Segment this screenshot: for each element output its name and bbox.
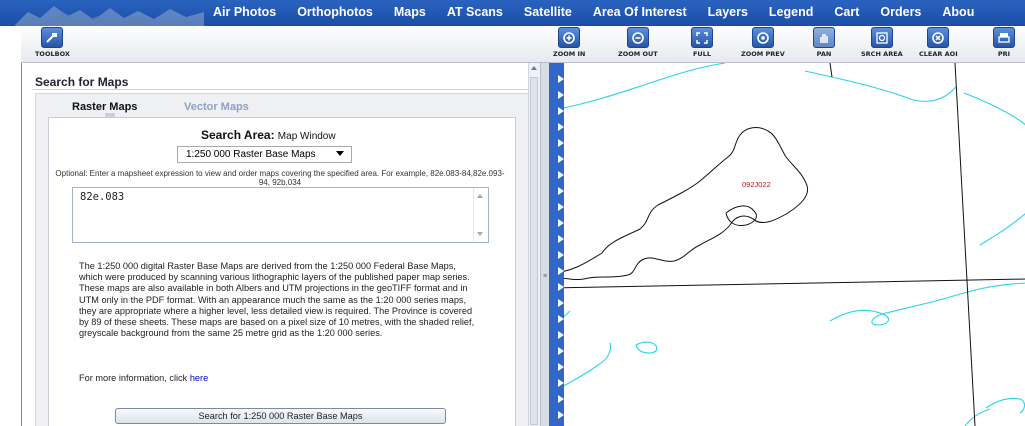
zoom-out-label: ZOOM OUT (618, 50, 658, 58)
scroll-down-icon[interactable] (477, 232, 483, 236)
search-area-button[interactable]: SRCH AREA (861, 27, 903, 58)
mapsheet-expression-value: 82e.083 (80, 191, 125, 203)
zoom-out-button[interactable]: ZOOM OUT (618, 27, 658, 58)
river-line (829, 282, 1025, 326)
scrollbar-thumb[interactable] (530, 77, 538, 425)
nav-maps[interactable]: Maps (394, 0, 426, 26)
search-area-label: Search Area: (201, 128, 275, 142)
zoom-previous-button[interactable]: ZOOM PREV (741, 27, 785, 58)
nav-layers[interactable]: Layers (708, 0, 748, 26)
search-panel: Search for Maps Raster Maps Vector Maps … (21, 63, 541, 426)
raster-maps-description: The 1:250 000 digital Raster Base Maps a… (79, 261, 475, 339)
river-line (963, 92, 1025, 125)
full-extent-icon (691, 27, 713, 48)
print-button[interactable]: PRI (993, 27, 1015, 58)
zoom-previous-icon (751, 27, 774, 48)
chevron-down-icon (336, 151, 344, 156)
panel-splitter[interactable]: ≡ (540, 63, 549, 426)
clear-aoi-icon (927, 27, 950, 48)
map-collapse-edge[interactable] (549, 63, 564, 426)
grid-line (550, 278, 1025, 289)
more-info-link[interactable]: here (190, 373, 208, 383)
nav-about[interactable]: Abou (942, 0, 974, 26)
pan-label: PAN (816, 50, 832, 58)
zoom-in-button[interactable]: ZOOM IN (553, 27, 585, 58)
search-area-label: SRCH AREA (861, 50, 903, 58)
title-divider (32, 89, 540, 90)
toolbox-label: TOOLBOX (35, 50, 70, 58)
nav-area-of-interest[interactable]: Area Of Interest (593, 0, 687, 26)
print-icon (993, 27, 1015, 48)
top-navigation-bar: Air Photos Orthophotos Maps AT Scans Sat… (0, 0, 1025, 26)
clear-aoi-button[interactable]: CLEAR AOI (919, 27, 958, 58)
map-series-select-value: 1:250 000 Raster Base Maps (186, 149, 316, 160)
toolbox-icon (41, 27, 64, 48)
clear-aoi-label: CLEAR AOI (919, 50, 958, 58)
scroll-up-icon[interactable] (477, 194, 483, 198)
splitter-grip-icon[interactable]: ≡ (541, 273, 549, 281)
boundary-outline (725, 205, 757, 226)
map-canvas: 092J022 (550, 63, 1025, 426)
full-extent-label: FULL (692, 50, 711, 58)
tab-vector-maps[interactable]: Vector Maps (184, 101, 249, 113)
search-area-icon (870, 27, 893, 48)
zoom-in-label: ZOOM IN (553, 50, 586, 58)
water-body (635, 341, 658, 354)
river-line (550, 63, 726, 112)
boundary-outline (550, 127, 808, 281)
zoom-previous-label: ZOOM PREV (741, 50, 785, 58)
toolbox-button[interactable]: TOOLBOX (35, 27, 70, 58)
print-label: PRI (997, 50, 1011, 58)
mountain-banner-logo (14, 6, 204, 26)
nav-satellite[interactable]: Satellite (524, 0, 572, 26)
nav-legend[interactable]: Legend (769, 0, 813, 26)
map-window[interactable]: 092J022 (549, 63, 1025, 426)
nav-cart[interactable]: Cart (834, 0, 859, 26)
nav-orders[interactable]: Orders (880, 0, 921, 26)
textarea-scrollbar[interactable] (473, 188, 488, 242)
pan-hand-icon (813, 27, 835, 48)
mapsheet-expression-help: Optional: Enter a mapsheet expression to… (55, 169, 505, 187)
nav-air-photos[interactable]: Air Photos (213, 0, 276, 26)
grid-line (829, 63, 833, 78)
zoom-out-icon (626, 27, 649, 48)
search-area-row: Search Area: Map Window (201, 128, 336, 142)
map-toolbar: TOOLBOX ZOOM IN ZOOM OUT FULL ZOOM PREV … (21, 26, 1025, 63)
more-info-text: For more information, click (79, 373, 188, 383)
river-line (964, 408, 991, 426)
zoom-in-icon (558, 27, 581, 48)
map-sheet-label: 092J022 (742, 180, 771, 189)
scroll-up-icon[interactable] (531, 66, 537, 70)
river-line (979, 213, 1025, 246)
full-extent-button[interactable]: FULL (691, 27, 713, 58)
search-raster-maps-button[interactable]: Search for 1:250 000 Raster Base Maps (115, 408, 446, 424)
panel-title: Search for Maps (35, 75, 129, 89)
mapsheet-expression-textarea[interactable]: 82e.083 (72, 187, 489, 243)
map-series-select[interactable]: 1:250 000 Raster Base Maps (177, 146, 352, 163)
river-line (804, 70, 957, 102)
nav-orthophotos[interactable]: Orthophotos (297, 0, 373, 26)
tab-raster-maps[interactable]: Raster Maps (72, 101, 137, 113)
more-info-row: For more information, click here (79, 373, 208, 383)
river-line (985, 397, 1025, 414)
panel-scrollbar[interactable] (528, 63, 540, 426)
search-area-value: Map Window (277, 131, 336, 142)
pan-button[interactable]: PAN (813, 27, 835, 58)
nav-at-scans[interactable]: AT Scans (447, 0, 503, 26)
grid-line (954, 63, 976, 426)
